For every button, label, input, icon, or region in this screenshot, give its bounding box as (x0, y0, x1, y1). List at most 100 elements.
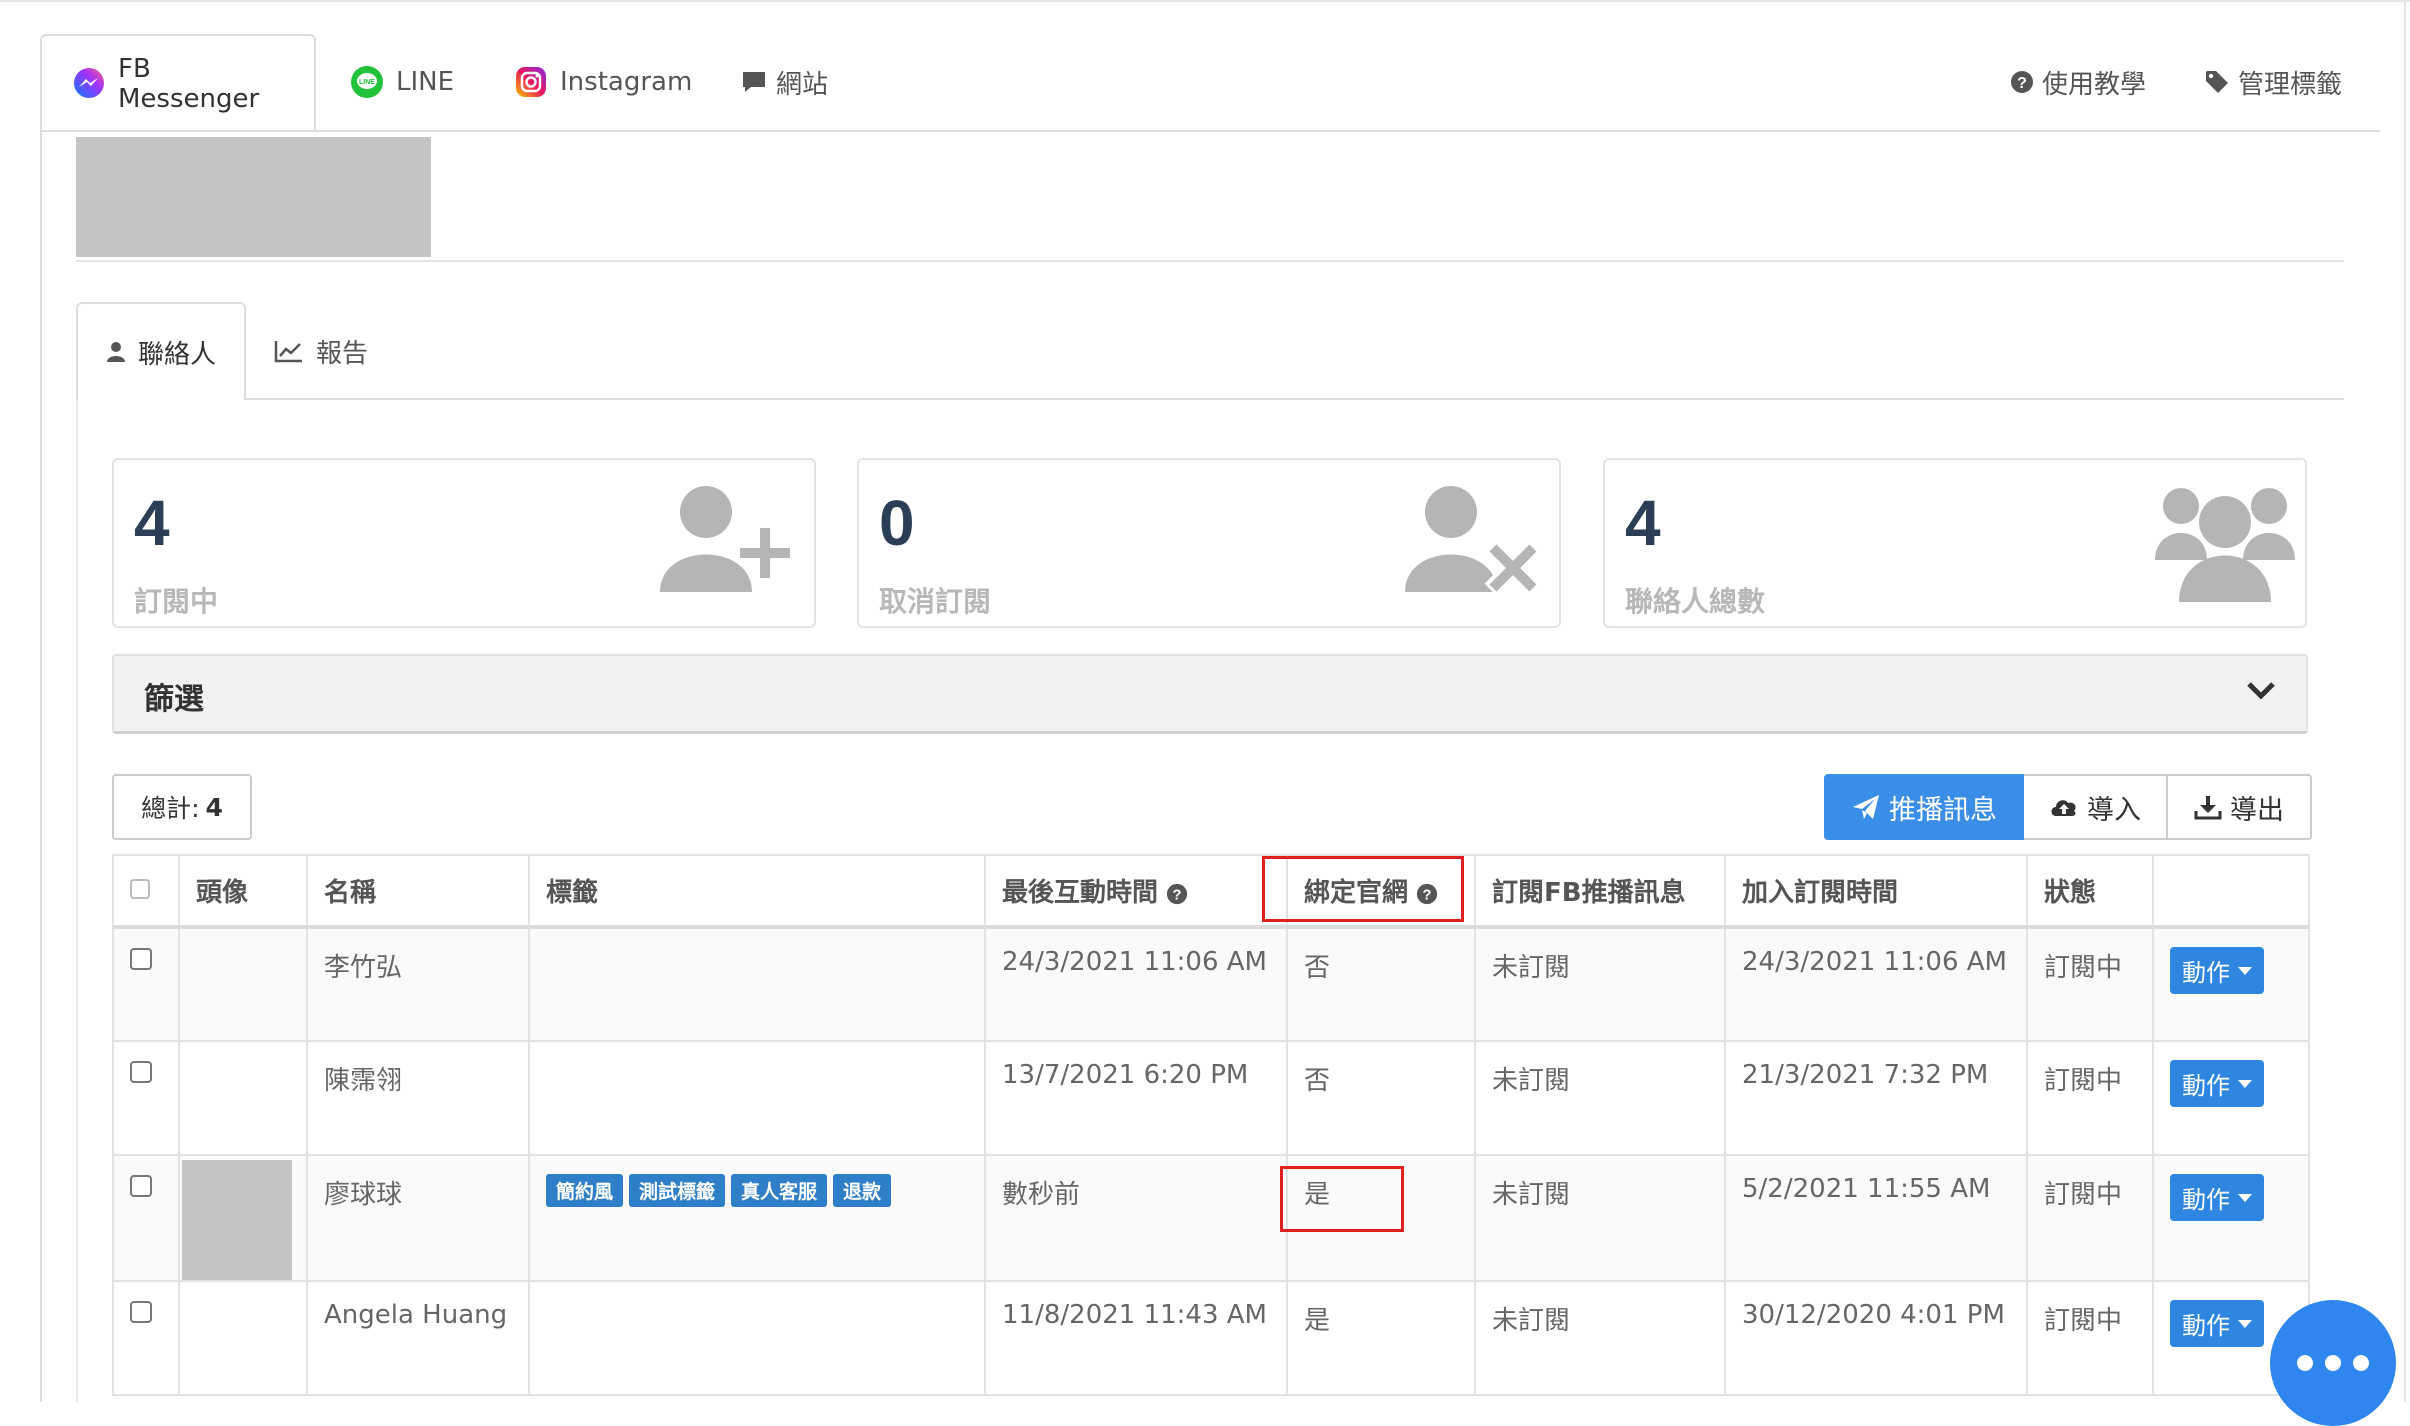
status: 訂閱中 (2026, 1040, 2154, 1156)
users-icon (2155, 480, 2295, 609)
tab-instagram[interactable]: Instagram (514, 34, 692, 130)
manage-tags-link[interactable]: 管理標籤 (2204, 34, 2342, 130)
row-checkbox[interactable] (130, 1061, 152, 1083)
total-count: 總計: 4 (112, 774, 252, 840)
manage-tags-label: 管理標籤 (2238, 69, 2343, 100)
tutorial-link[interactable]: ? 使用教學 (2010, 34, 2146, 130)
fb-subscribed: 未訂閱 (1474, 1280, 1726, 1396)
import-button[interactable]: 導入 (2024, 774, 2168, 840)
tab-label: 網站 (776, 69, 829, 100)
row-checkbox[interactable] (130, 1301, 152, 1323)
top-border (0, 0, 2410, 2)
stat-card-unsubscribed: 0 取消訂閱 (857, 458, 1561, 628)
tab-report[interactable]: 報告 (274, 302, 368, 400)
last-interaction: 24/3/2021 11:06 AM (984, 926, 1288, 1042)
status: 訂閱中 (2026, 1280, 2154, 1396)
action-dropdown-button[interactable]: 動作 (2170, 1174, 2264, 1221)
joined-time: 5/2/2021 11:55 AM (1724, 1154, 2028, 1282)
broadcast-button[interactable]: 推播訊息 (1824, 774, 2024, 840)
tab-line[interactable]: LINE LINE (350, 34, 454, 130)
column-header: 加入訂閱時間 (1724, 854, 2028, 929)
paper-plane-icon (1851, 793, 1881, 821)
dot (2353, 1355, 2369, 1371)
table-row: 陳霈翎 13/7/2021 6:20 PM 否 未訂閱 21/3/2021 7:… (112, 1040, 2310, 1156)
stat-card-subscribed: 4 訂閱中 (112, 458, 816, 628)
action-label: 動作 (2182, 1312, 2230, 1340)
user-icon (106, 341, 126, 363)
broadcast-label: 推播訊息 (1889, 794, 1997, 826)
tag-badge[interactable]: 簡約風 (546, 1174, 624, 1207)
question-circle-icon: ? (2010, 70, 2034, 94)
tab-label: LINE (396, 67, 455, 97)
last-interaction: 11/8/2021 11:43 AM (984, 1280, 1288, 1396)
contact-name[interactable]: 陳霈翎 (306, 1040, 530, 1156)
row-checkbox[interactable] (130, 948, 152, 970)
export-button[interactable]: 導出 (2168, 774, 2312, 840)
select-all-checkbox[interactable] (130, 878, 150, 899)
row-checkbox[interactable] (130, 1175, 152, 1197)
tutorial-label: 使用教學 (2042, 69, 2147, 100)
caret-down-icon (2238, 1319, 2252, 1328)
bound-website: 否 (1286, 926, 1476, 1042)
stat-label: 訂閱中 (134, 585, 219, 618)
stat-value: 0 (879, 487, 915, 559)
tag-badge[interactable]: 真人客服 (731, 1174, 828, 1207)
avatar (182, 1160, 292, 1280)
joined-time: 21/3/2021 7:32 PM (1724, 1040, 2028, 1156)
bound-website: 是 (1286, 1280, 1476, 1396)
stat-label: 取消訂閱 (879, 585, 992, 618)
status: 訂閱中 (2026, 926, 2154, 1042)
right-border (2404, 0, 2406, 1402)
column-header: 訂閱FB推播訊息 (1474, 854, 1726, 929)
tags-cell (528, 1280, 986, 1396)
chat-icon (740, 68, 768, 96)
tab-website[interactable]: 網站 (740, 34, 828, 130)
avatar-cell (178, 1280, 308, 1396)
tab-label: 聯絡人 (138, 339, 217, 370)
total-label: 總計: (141, 794, 200, 823)
tab-contacts[interactable]: 聯絡人 (76, 302, 246, 400)
tag-icon (2204, 69, 2230, 95)
action-button-group: 推播訊息 導入 導出 (1824, 774, 2312, 840)
last-interaction: 13/7/2021 6:20 PM (984, 1040, 1288, 1156)
action-dropdown-button[interactable]: 動作 (2170, 947, 2264, 994)
contact-name[interactable]: 李竹弘 (306, 926, 530, 1042)
filter-title: 篩選 (144, 682, 204, 717)
chevron-down-icon (2246, 680, 2276, 706)
messenger-icon (72, 67, 106, 101)
action-label: 動作 (2182, 1186, 2230, 1214)
caret-down-icon (2238, 1079, 2252, 1088)
total-value: 4 (205, 792, 223, 822)
platform-tabs: FB Messenger LINE LINE Instagram 網站 ? 使用… (40, 34, 2380, 132)
contact-name[interactable]: 廖球球 (306, 1154, 530, 1282)
action-label: 動作 (2182, 959, 2230, 987)
tags-cell (528, 926, 986, 1042)
fb-subscribed: 未訂閱 (1474, 926, 1726, 1042)
fb-subscribed: 未訂閱 (1474, 1154, 1726, 1282)
table-row: Angela Huang 11/8/2021 11:43 AM 是 未訂閱 30… (112, 1280, 2310, 1396)
tab-fb-messenger[interactable]: FB Messenger (40, 34, 316, 132)
action-dropdown-button[interactable]: 動作 (2170, 1060, 2264, 1107)
tags-cell (528, 1040, 986, 1156)
column-header: 名稱 (306, 854, 530, 929)
question-circle-icon[interactable]: ? (1166, 883, 1188, 905)
caret-down-icon (2238, 1193, 2252, 1202)
contact-name[interactable]: Angela Huang (306, 1280, 530, 1396)
filter-panel-toggle[interactable]: 篩選 (112, 654, 2308, 734)
tag-badge[interactable]: 測試標籤 (629, 1174, 726, 1207)
column-header-last-interaction[interactable]: 最後互動時間? (984, 854, 1288, 929)
column-header: 頭像 (178, 854, 308, 929)
export-label: 導出 (2230, 794, 2284, 826)
tag-badge[interactable]: 退款 (833, 1174, 892, 1207)
download-icon (2194, 794, 2222, 820)
action-dropdown-button[interactable]: 動作 (2170, 1300, 2264, 1347)
status: 訂閱中 (2026, 1154, 2154, 1282)
cloud-upload-icon (2049, 795, 2079, 819)
line-chart-icon (274, 339, 304, 363)
page-profile-image (76, 137, 431, 257)
tab-label: Instagram (560, 67, 693, 97)
avatar-cell (178, 926, 308, 1042)
tab-label: 報告 (316, 338, 369, 369)
avatar-cell (178, 1040, 308, 1156)
chat-widget-button[interactable] (2270, 1300, 2396, 1426)
